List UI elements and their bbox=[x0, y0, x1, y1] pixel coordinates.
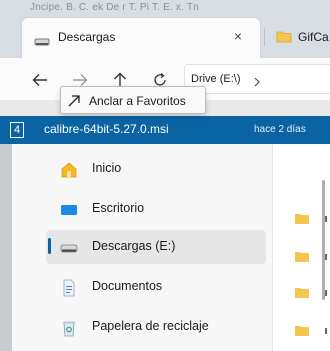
tab-descargas[interactable]: Descargas × bbox=[22, 18, 260, 58]
documents-icon bbox=[60, 279, 78, 297]
tab-label: Descargas bbox=[58, 30, 116, 44]
tab-label: GifCa bbox=[298, 30, 329, 44]
truncated-text-mark bbox=[325, 254, 327, 260]
sidebar-item-label: Documentos bbox=[92, 279, 163, 293]
recycle-bin-icon bbox=[60, 319, 78, 337]
sidebar-item-label: Inicio bbox=[92, 161, 122, 175]
sidebar-item-label: Descargas (E:) bbox=[92, 239, 176, 253]
vertical-scrollbar[interactable] bbox=[322, 180, 325, 300]
left-edge-shade bbox=[0, 144, 12, 351]
truncated-text-mark bbox=[325, 328, 327, 334]
truncated-text-mark bbox=[325, 290, 327, 296]
tooltip-label: Anclar a Favoritos bbox=[89, 94, 186, 108]
truncated-text-mark bbox=[325, 216, 327, 222]
tab-strip: Jncipe. B. C. ek De r T. Pi T. E. x. Tn … bbox=[0, 0, 330, 64]
folder-icon bbox=[276, 29, 292, 48]
sidebar-item-documentos[interactable]: Documentos bbox=[46, 270, 266, 304]
drag-count-badge: 4 bbox=[10, 122, 24, 138]
dragged-file-date: hace 2 días bbox=[254, 124, 306, 135]
sidebar-item-inicio[interactable]: Inicio bbox=[46, 152, 266, 186]
drive-icon bbox=[60, 239, 78, 257]
drag-file-banner: 4 calibre-64bit-5.27.0.msi hace 2 días bbox=[0, 116, 330, 144]
folder-icon bbox=[295, 288, 309, 298]
sidebar-item-label: Papelera de reciclaje bbox=[92, 319, 209, 333]
tab-separator bbox=[264, 28, 265, 46]
folder-icon bbox=[295, 252, 309, 262]
folder-icon bbox=[295, 326, 309, 336]
background-window-text: Jncipe. B. C. ek De r T. Pi T. E. x. Tn bbox=[30, 2, 199, 13]
selection-indicator bbox=[48, 238, 51, 254]
close-tab-icon[interactable]: × bbox=[230, 28, 246, 44]
file-explorer-window: Jncipe. B. C. ek De r T. Pi T. E. x. Tn … bbox=[0, 0, 330, 351]
dragged-file-name: calibre-64bit-5.27.0.msi bbox=[44, 122, 169, 136]
drive-icon bbox=[34, 34, 50, 52]
folder-icon bbox=[295, 214, 309, 224]
forward-arrow-icon bbox=[73, 74, 88, 86]
sidebar-item-label: Escritorio bbox=[92, 201, 145, 215]
sidebar-item-descargas[interactable]: Descargas (E:) bbox=[46, 230, 266, 264]
back-arrow-icon bbox=[32, 74, 47, 86]
chevron-right-icon[interactable] bbox=[253, 74, 261, 92]
sidebar-item-escritorio[interactable]: Escritorio bbox=[46, 192, 266, 226]
home-icon bbox=[60, 161, 78, 179]
breadcrumb-drive[interactable]: Drive (E:\) bbox=[191, 73, 241, 85]
arrow-up-right-icon bbox=[67, 94, 81, 113]
pin-tooltip: Anclar a Favoritos bbox=[60, 86, 206, 114]
back-button[interactable] bbox=[26, 66, 54, 94]
sidebar-item-papelera[interactable]: Papelera de reciclaje bbox=[46, 310, 266, 344]
desktop-icon bbox=[60, 201, 78, 219]
tab-gifca[interactable]: GifCa bbox=[272, 18, 330, 58]
